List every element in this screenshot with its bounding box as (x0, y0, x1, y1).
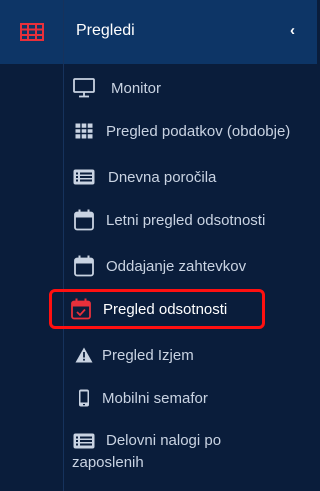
table-grid-icon (72, 119, 96, 143)
list-card-icon (72, 165, 96, 189)
mobile-icon (72, 386, 96, 410)
calendar-icon (72, 208, 96, 232)
menu-item-letni-pregled-odsotnosti[interactable]: Letni pregled odsotnosti (72, 207, 313, 233)
section-header: Pregledi ‹ (64, 0, 317, 64)
menu-item-label: Oddajanje zahtevkov (106, 257, 247, 275)
menu-item-label: Letni pregled odsotnosti (106, 211, 266, 229)
calendar-icon (72, 254, 96, 278)
icon-rail (0, 0, 64, 491)
calendar-check-icon (69, 297, 93, 321)
menu-item-label: Pregled podatkov (obdobje) (106, 122, 291, 140)
menu-item-label: Pregled odsotnosti (103, 300, 228, 318)
menu-item-label: Mobilni semafor (102, 389, 208, 407)
table-grid-icon (19, 23, 44, 41)
monitor-icon (72, 76, 96, 100)
menu-item-monitor[interactable]: Monitor (72, 76, 313, 100)
section-title: Pregledi (76, 22, 135, 39)
collapse-chevron-icon[interactable]: ‹ (290, 22, 295, 39)
menu-item-pregled-podatkov[interactable]: Pregled podatkov (obdobje) (72, 119, 313, 143)
menu-item-label: Pregled Izjem (102, 346, 194, 364)
menu-item-label: Delovni nalogi po zaposlenih (72, 432, 222, 471)
warning-icon (72, 343, 96, 367)
menu-item-pregled-izjem[interactable]: Pregled Izjem (72, 343, 313, 367)
rail-active-section[interactable] (0, 0, 63, 64)
menu-item-pregled-odsotnosti[interactable]: Pregled odsotnosti (49, 289, 265, 329)
menu-item-delovni-nalogi[interactable]: Delovni nalogi po zaposlenih (72, 430, 252, 474)
menu-item-dnevna-porocila[interactable]: Dnevna poročila (72, 165, 313, 189)
menu-item-label: Monitor (111, 79, 162, 97)
menu-item-label: Dnevna poročila (108, 168, 217, 186)
menu-item-mobilni-semafor[interactable]: Mobilni semafor (72, 386, 313, 410)
menu-item-oddajanje-zahtevkov[interactable]: Oddajanje zahtevkov (72, 253, 313, 279)
